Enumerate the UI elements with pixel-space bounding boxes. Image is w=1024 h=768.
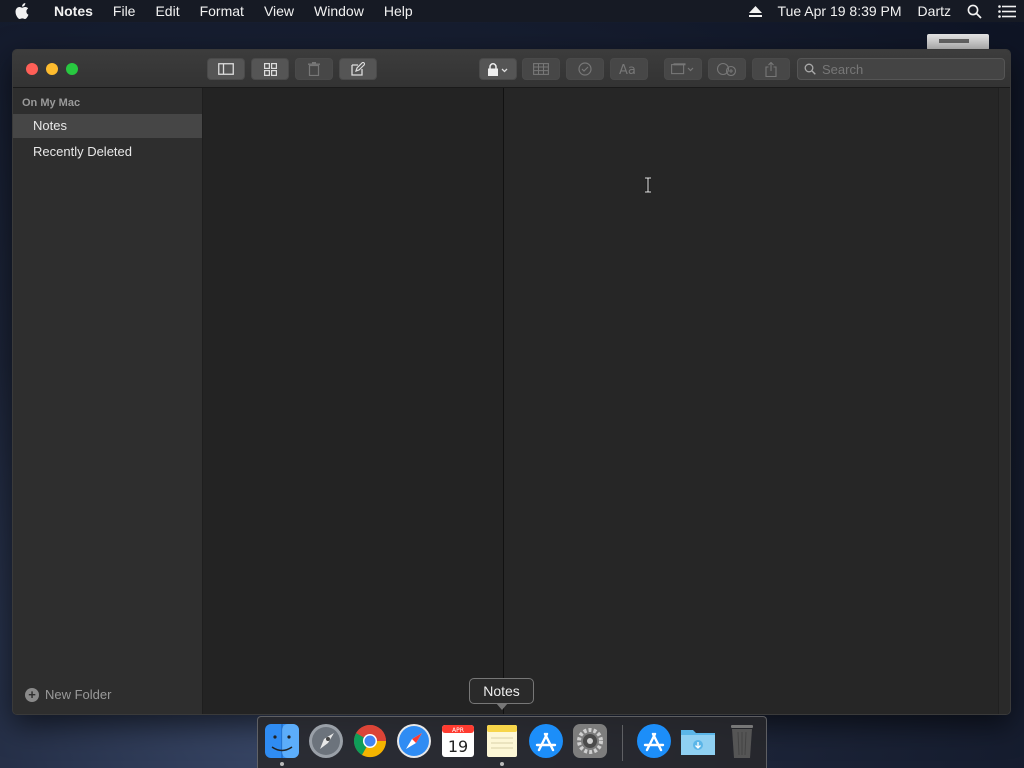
calendar-icon: APR 19 bbox=[442, 725, 474, 757]
text-format-icon: Aa bbox=[619, 63, 636, 75]
app-store-icon bbox=[637, 724, 671, 758]
gear-icon bbox=[573, 724, 607, 758]
zoom-button[interactable] bbox=[66, 63, 78, 75]
dock-notes[interactable] bbox=[483, 722, 521, 766]
lock-icon bbox=[488, 62, 508, 76]
dock-app-store[interactable] bbox=[527, 722, 565, 760]
format-button[interactable]: Aa bbox=[610, 58, 648, 80]
trash-icon bbox=[731, 725, 753, 758]
menu-edit[interactable]: Edit bbox=[145, 0, 189, 22]
svg-text:Aa: Aa bbox=[619, 63, 636, 75]
dock-system-preferences[interactable] bbox=[571, 722, 609, 760]
editor-scrollbar[interactable] bbox=[998, 88, 1010, 714]
toolbar: Aa bbox=[13, 50, 1010, 88]
folder-icon bbox=[681, 730, 715, 755]
app-store-icon bbox=[529, 724, 563, 758]
media-button[interactable] bbox=[664, 58, 702, 80]
launchpad-icon bbox=[309, 724, 343, 758]
checklist-icon bbox=[578, 62, 592, 76]
dock-chrome[interactable] bbox=[351, 722, 389, 760]
running-indicator bbox=[500, 762, 504, 766]
dock-calendar[interactable]: APR 19 bbox=[439, 722, 477, 760]
table-icon bbox=[533, 63, 549, 75]
dock-launchpad[interactable] bbox=[307, 722, 345, 760]
attachments-browser-button[interactable] bbox=[251, 58, 289, 80]
search-field[interactable] bbox=[797, 58, 1005, 80]
safari-icon bbox=[397, 724, 431, 758]
share-button[interactable] bbox=[752, 58, 790, 80]
search-input[interactable] bbox=[822, 61, 992, 77]
chrome-icon bbox=[353, 725, 387, 758]
dock-tooltip: Notes bbox=[469, 678, 534, 710]
folder-recently-deleted[interactable]: Recently Deleted bbox=[13, 140, 202, 164]
folders-sidebar: On My Mac Notes Recently Deleted + New F… bbox=[13, 88, 203, 714]
note-editor[interactable] bbox=[504, 88, 998, 714]
app-menu[interactable]: Notes bbox=[44, 0, 103, 22]
dock-finder[interactable] bbox=[263, 722, 301, 766]
running-indicator bbox=[280, 762, 284, 766]
dock-safari[interactable] bbox=[395, 722, 433, 760]
minimize-button[interactable] bbox=[46, 63, 58, 75]
notes-list[interactable] bbox=[203, 88, 504, 714]
add-people-icon bbox=[717, 62, 737, 76]
close-button[interactable] bbox=[26, 63, 38, 75]
dock: APR 19 bbox=[257, 716, 767, 768]
plus-icon: + bbox=[25, 687, 39, 702]
search-icon bbox=[804, 63, 816, 75]
add-people-button[interactable] bbox=[708, 58, 746, 80]
photo-browser-icon bbox=[671, 63, 694, 75]
menu-bar: Notes File Edit Format View Window Help … bbox=[0, 0, 1024, 22]
notification-center-icon[interactable] bbox=[990, 0, 1024, 22]
new-folder-label: New Folder bbox=[45, 687, 112, 702]
lock-button[interactable] bbox=[479, 58, 517, 80]
checklist-button[interactable] bbox=[566, 58, 604, 80]
share-icon bbox=[765, 61, 777, 77]
menu-window[interactable]: Window bbox=[304, 0, 374, 22]
notes-window: Aa On My Mac Notes Recently Deleted + Ne… bbox=[12, 49, 1011, 715]
user-menu[interactable]: Dartz bbox=[910, 0, 959, 22]
toggle-sidebar-button[interactable] bbox=[207, 58, 245, 80]
menu-file[interactable]: File bbox=[103, 0, 146, 22]
grid-icon bbox=[263, 62, 277, 76]
new-note-button[interactable] bbox=[339, 58, 377, 80]
dock-downloads-folder[interactable] bbox=[679, 722, 717, 760]
menu-help[interactable]: Help bbox=[374, 0, 423, 22]
calendar-month: APR bbox=[452, 727, 464, 734]
apple-menu-icon[interactable] bbox=[0, 3, 44, 19]
delete-button[interactable] bbox=[295, 58, 333, 80]
text-cursor-icon bbox=[645, 177, 651, 193]
notes-icon bbox=[487, 725, 517, 757]
sidebar-icon bbox=[218, 63, 234, 75]
menu-view[interactable]: View bbox=[254, 0, 304, 22]
spotlight-icon[interactable] bbox=[959, 0, 990, 22]
clock[interactable]: Tue Apr 19 8:39 PM bbox=[770, 0, 910, 22]
dock-trash[interactable] bbox=[723, 722, 761, 760]
menu-format[interactable]: Format bbox=[190, 0, 254, 22]
table-button[interactable] bbox=[522, 58, 560, 80]
dock-app-store-downloads[interactable] bbox=[635, 722, 673, 760]
compose-icon bbox=[351, 62, 365, 76]
eject-icon[interactable] bbox=[741, 0, 770, 22]
calendar-day: 19 bbox=[448, 737, 468, 756]
trash-icon bbox=[308, 62, 320, 76]
dock-separator bbox=[622, 725, 623, 761]
external-drive-icon[interactable] bbox=[927, 34, 989, 50]
folder-notes[interactable]: Notes bbox=[13, 114, 202, 138]
section-title-on-my-mac: On My Mac bbox=[22, 97, 81, 109]
new-folder-button[interactable]: + New Folder bbox=[25, 687, 111, 702]
finder-icon bbox=[265, 724, 299, 758]
